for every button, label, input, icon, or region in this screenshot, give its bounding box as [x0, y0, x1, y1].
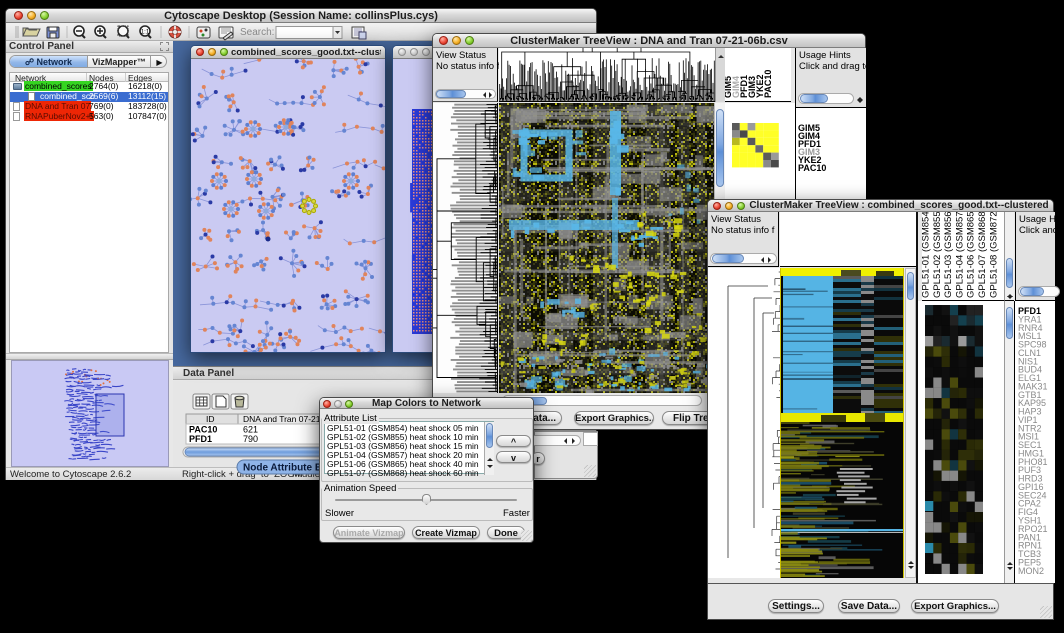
svg-text:ID: ID: [206, 414, 215, 424]
svg-text:GPL51-01 (GSM854): GPL51-01 (GSM854): [922, 212, 932, 298]
svg-text:GPL51-06 (GSM865): GPL51-06 (GSM865): [966, 212, 977, 298]
svg-text:GPL51-02 (GSM855): GPL51-02 (GSM855): [932, 212, 943, 298]
svg-text:1:1: 1:1: [141, 30, 150, 36]
svg-text:MON2: MON2: [1018, 566, 1044, 576]
svg-text:Search:: Search:: [240, 27, 274, 38]
svg-text:PFD1: PFD1: [189, 434, 212, 444]
svg-text:621: 621: [243, 425, 258, 435]
svg-text:GPL51-08 (GSM872): GPL51-08 (GSM872): [988, 212, 999, 298]
svg-text:PAC10: PAC10: [189, 425, 217, 435]
svg-text:790: 790: [243, 434, 258, 444]
svg-text:PAC10: PAC10: [763, 70, 773, 98]
svg-text:GPL51-04 (GSM857): GPL51-04 (GSM857): [954, 212, 965, 298]
svg-text:GPL51-07 (GSM868): GPL51-07 (GSM868): [977, 212, 988, 298]
svg-text:GPL51-03 (GSM856): GPL51-03 (GSM856): [943, 212, 954, 298]
